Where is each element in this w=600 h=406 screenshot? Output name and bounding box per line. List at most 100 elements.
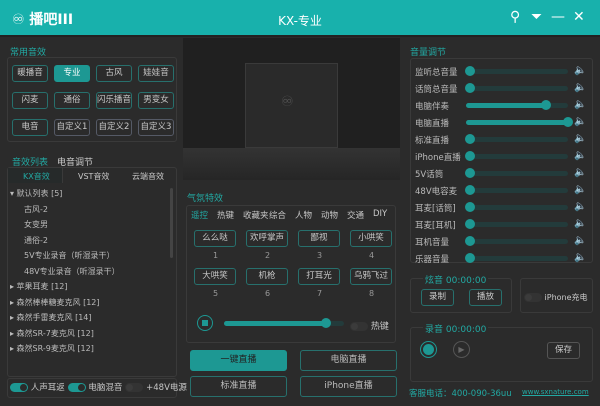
volume-slider[interactable] [465,151,568,161]
list-item[interactable]: ▸ 森然SR-9麦克风 [12] [10,343,94,354]
atmos-tab[interactable]: 人物 [295,209,312,221]
website-link[interactable]: www.sxnature.com [522,388,589,396]
toggle-1[interactable]: 电脑混音 [67,383,123,393]
list-item[interactable]: 通俗-2 [24,235,48,246]
speaker-icon[interactable]: 🔈 [574,252,586,263]
effect-button[interactable]: 娃娃音 [138,65,174,82]
speaker-icon[interactable]: 🔈 [574,201,586,212]
list-item[interactable]: ▸ 森然SR-7麦克风 [12] [10,328,94,339]
list-item[interactable]: 女变男 [24,219,48,230]
subtab-cloud[interactable]: 云端音效 [132,171,164,182]
volume-slider[interactable] [465,219,568,229]
effect-button[interactable]: 专业 [54,65,90,82]
hotkey-number: 8 [369,289,375,298]
speaker-icon[interactable]: 🔈 [574,133,586,144]
effect-button[interactable]: 自定义1 [54,119,90,136]
subtab-kx[interactable]: KX音效 [23,171,50,182]
play-icon[interactable]: ▶ [453,341,470,358]
play-button[interactable]: 播放 [469,289,502,306]
atmos-tab[interactable]: 收藏夹 [243,209,269,221]
toggle-label: +48V电源 [146,383,187,393]
minimize-button[interactable]: — [551,9,565,25]
hotkey-toggle[interactable]: 热键 [350,319,389,332]
volume-slider[interactable] [465,168,568,178]
effect-button[interactable]: 电音 [12,119,48,136]
speaker-icon[interactable]: 🔈 [574,235,586,246]
speaker-icon[interactable]: 🔈 [574,167,586,178]
volume-slider[interactable] [465,253,568,263]
atmos-button[interactable]: 大哄笑 [194,268,236,285]
speaker-icon[interactable]: 🔈 [574,116,586,127]
speaker-icon[interactable]: 🔈 [574,99,586,110]
subtab-vst[interactable]: VST音效 [78,171,109,182]
one-click-live-button[interactable]: 一键直播 [190,350,287,371]
hotkey-number: 7 [317,289,323,298]
atmos-volume-slider[interactable] [224,318,344,328]
volume-slider[interactable] [466,117,573,127]
pc-live-button[interactable]: 电脑直播 [300,350,397,371]
atmos-tab[interactable]: DIY [373,209,387,219]
list-item[interactable]: 48V专业录音（听湿录干） [24,266,120,277]
speaker-icon[interactable]: 🔈 [574,65,586,76]
volume-label: 话筒总音量 [415,85,458,95]
pin-icon[interactable]: ⚲ [510,9,520,25]
volume-slider[interactable] [465,83,568,93]
speaker-icon[interactable]: 🔈 [574,218,586,229]
volume-label: 耳机音量 [415,238,450,248]
record-button[interactable]: 录制 [421,289,454,306]
luyin-time: 00:00:00 [445,325,487,335]
dropdown-menu-icon[interactable]: ⏷ [531,9,542,25]
speaker-icon[interactable]: 🔈 [574,82,586,93]
record-start-button[interactable] [420,341,437,358]
close-button[interactable]: ✕ [573,9,585,25]
stop-button[interactable] [197,315,213,331]
speaker-icon[interactable]: 🔈 [574,150,586,161]
list-scrollbar[interactable] [170,188,173,258]
atmos-button[interactable]: 欢呼掌声 [246,230,288,247]
xuanyin-header: 炫音 00:00:00 [423,273,489,286]
volume-slider[interactable] [465,202,568,212]
atmos-button[interactable]: 鄙视 [298,230,340,247]
support-phone: 客服电话：400-090-36uu [409,389,512,399]
atmos-button[interactable]: 小哄笑 [350,230,392,247]
toggle-row: 人声耳返 电脑混音 +48V电源 [10,381,190,393]
effect-button[interactable]: 自定义3 [138,119,174,136]
atmos-button[interactable]: 乌鸦飞过 [350,268,392,285]
atmos-tab[interactable]: 交通 [347,209,364,221]
atmos-tab[interactable]: 综合 [269,209,286,221]
list-item[interactable]: ▸ 苹果耳麦 [12] [10,281,68,292]
atmos-button[interactable]: 打耳光 [298,268,340,285]
volume-label: iPhone直播 [415,153,461,163]
effect-button[interactable]: 暖播音 [12,65,48,82]
standard-live-button[interactable]: 标准直播 [190,376,287,397]
list-item[interactable]: 古风-2 [24,204,48,215]
hotkey-number: 3 [317,251,323,260]
list-item[interactable]: ▸ 森然棒棒糖麦克风 [12] [10,297,100,308]
toggle-label: 电脑混音 [88,383,123,393]
volume-slider[interactable] [466,100,568,110]
atmos-tab[interactable]: 热键 [217,209,234,221]
list-item[interactable]: ▸ 森然手雷麦克风 [14] [10,312,92,323]
list-item[interactable]: ▾ 默认列表 [5] [10,188,62,199]
volume-slider[interactable] [465,185,568,195]
effect-button[interactable]: 闪乐播音 [96,92,132,109]
effect-button[interactable]: 古风 [96,65,132,82]
effect-button[interactable]: 自定义2 [96,119,132,136]
effect-button[interactable]: 闪麦 [12,92,48,109]
toggle-2[interactable]: +48V电源 [125,383,187,393]
save-button[interactable]: 保存 [547,342,580,359]
iphone-charge-toggle[interactable]: iPhone充电 [524,292,588,303]
speaker-icon[interactable]: 🔈 [574,184,586,195]
effect-button[interactable]: 通俗 [54,92,90,109]
atmos-button[interactable]: 机枪 [246,268,288,285]
atmos-button[interactable]: 么么哒 [194,230,236,247]
iphone-live-button[interactable]: iPhone直播 [300,376,397,397]
toggle-0[interactable]: 人声耳返 [10,383,65,393]
list-item[interactable]: 5V专业录音（听湿录干） [24,250,115,261]
volume-slider[interactable] [465,134,568,144]
volume-slider[interactable] [465,66,568,76]
atmos-tab[interactable]: 动物 [321,209,338,221]
atmos-tab[interactable]: 遥控 [191,209,208,221]
effect-button[interactable]: 男变女 [138,92,174,109]
volume-slider[interactable] [465,236,568,246]
